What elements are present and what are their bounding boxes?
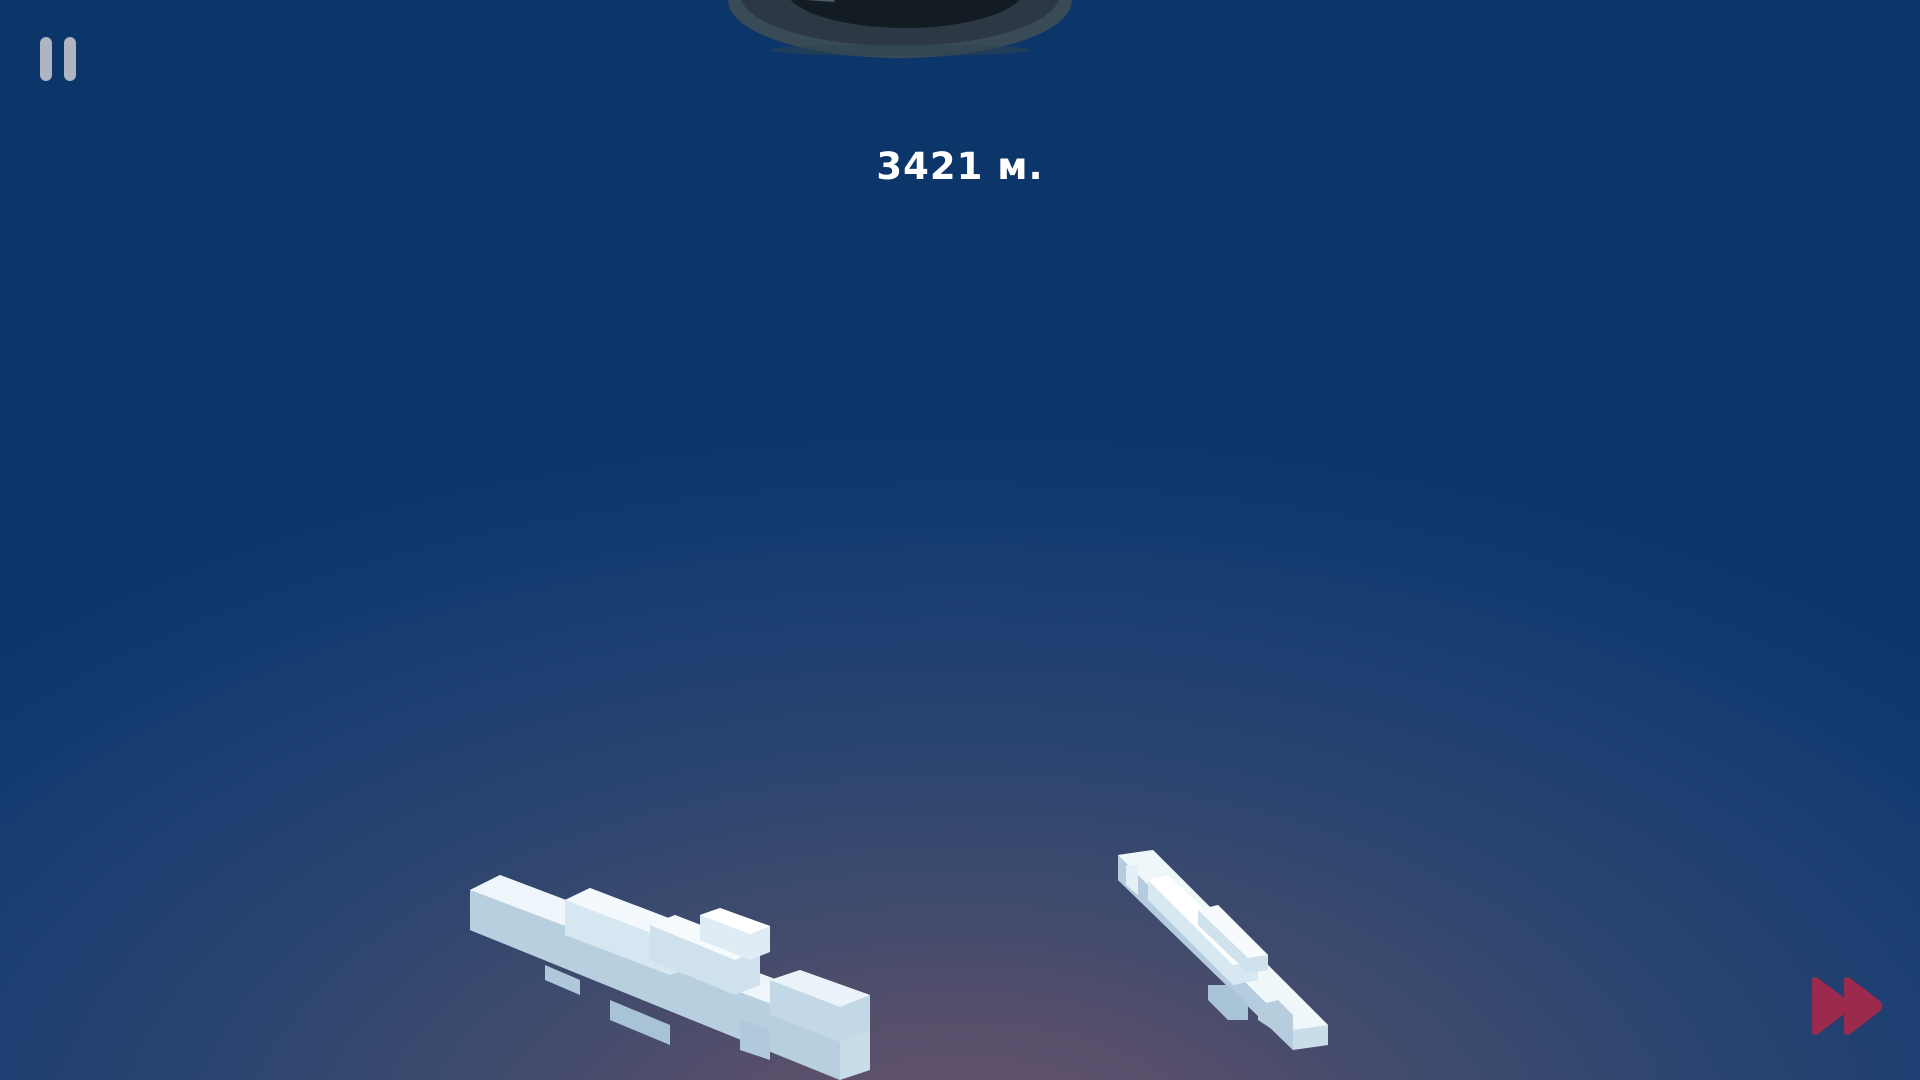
pause-button[interactable] <box>38 34 78 84</box>
fast-forward-icon <box>1812 977 1883 1035</box>
dark-disc-object <box>728 0 1072 58</box>
voxel-ship-left <box>470 875 870 1080</box>
fast-forward-button[interactable] <box>1808 975 1888 1037</box>
voxel-ship-right <box>1118 850 1328 1050</box>
pause-icon-bar <box>64 37 76 81</box>
game-scene: 3421 м. <box>0 0 1920 1080</box>
distance-counter: 3421 м. <box>876 145 1044 188</box>
pause-icon <box>40 37 52 81</box>
